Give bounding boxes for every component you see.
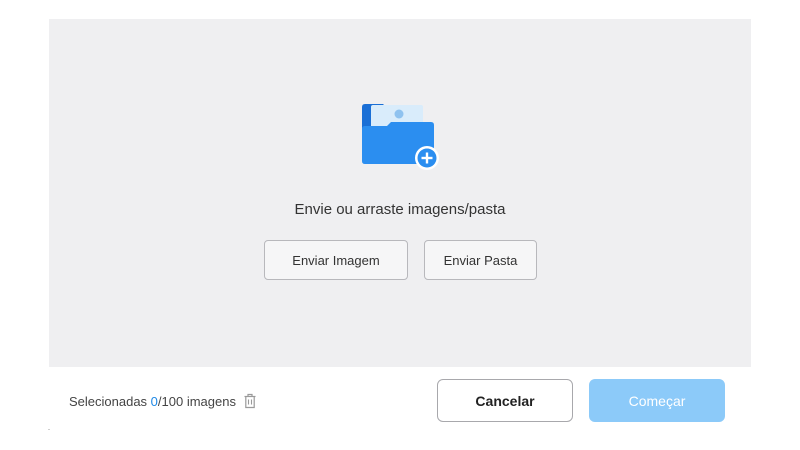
upload-folder-button[interactable]: Enviar Pasta: [424, 240, 537, 280]
trash-icon[interactable]: [243, 393, 257, 409]
folder-add-image-icon: [362, 104, 439, 170]
cancel-button[interactable]: Cancelar: [437, 379, 573, 422]
selection-count: 0: [150, 393, 158, 409]
drop-zone[interactable]: [49, 19, 751, 367]
selection-prefix: Selecionadas: [69, 393, 151, 409]
upload-dialog: Envie ou arraste imagens/pasta Enviar Im…: [0, 0, 800, 450]
drop-instruction: Envie ou arraste imagens/pasta: [294, 201, 506, 218]
upload-image-button[interactable]: Enviar Imagem: [264, 240, 408, 280]
selection-status: Selecionadas 0/100 imagens: [69, 393, 257, 409]
selection-suffix: /100 imagens: [157, 393, 236, 409]
start-button[interactable]: Começar: [589, 379, 725, 422]
divider-mark: [48, 429, 50, 430]
